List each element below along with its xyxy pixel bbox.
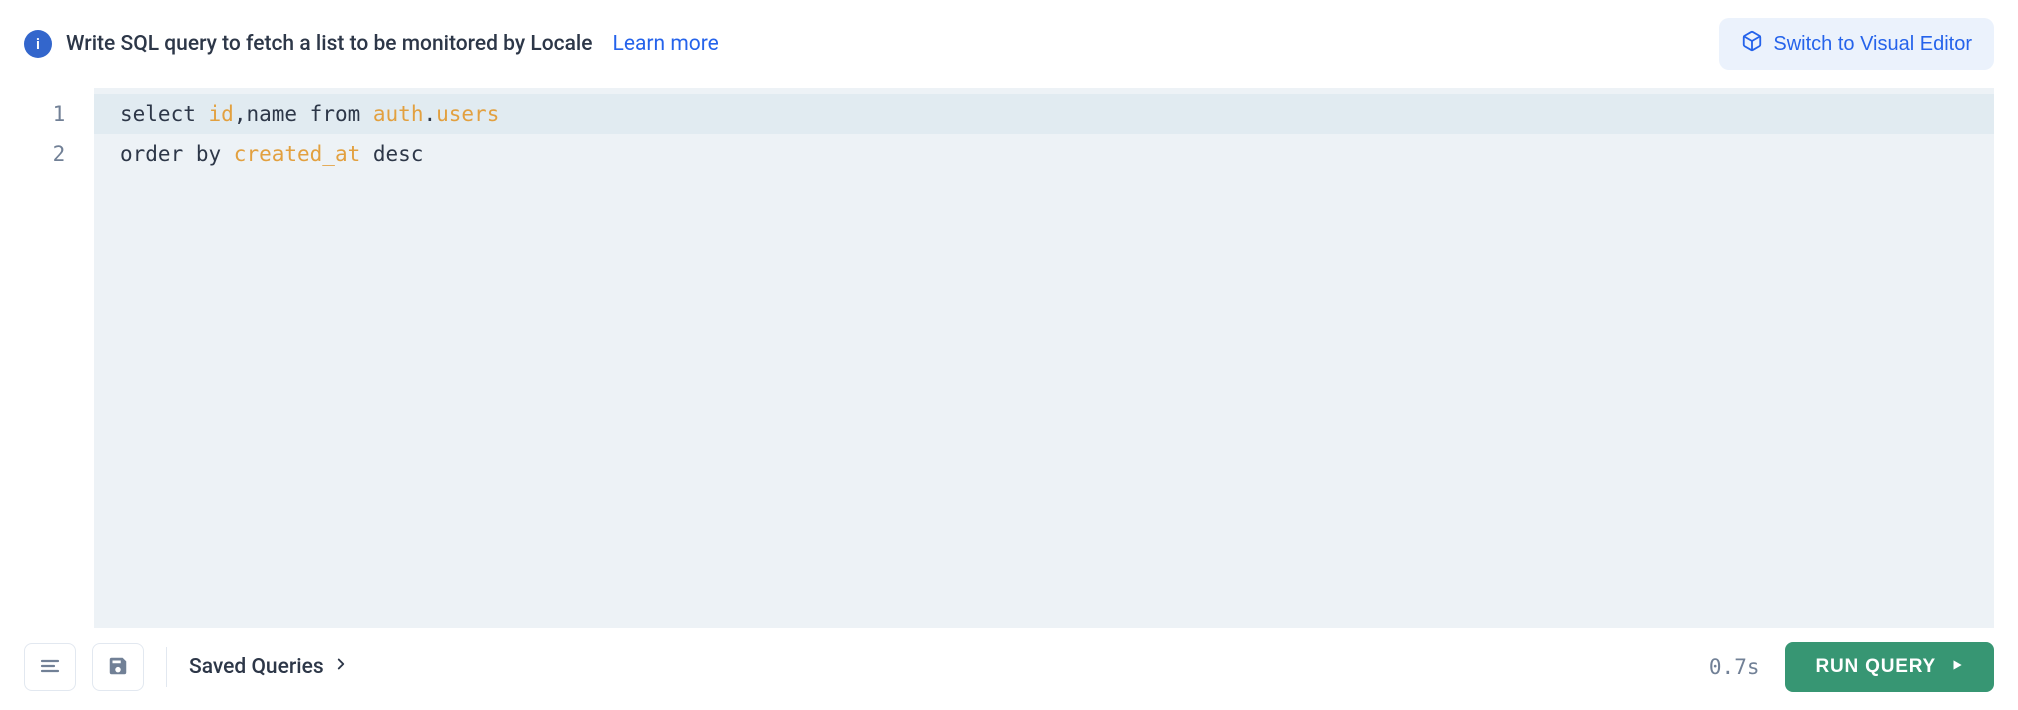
run-query-button[interactable]: RUN QUERY <box>1785 642 1994 692</box>
saved-queries-label: Saved Queries <box>189 655 324 679</box>
token-text: ,name from <box>234 102 373 126</box>
token-text: select <box>120 102 209 126</box>
line-gutter: 12 <box>24 88 94 628</box>
format-button[interactable] <box>24 643 76 691</box>
token-keyword: id <box>209 102 234 126</box>
token-text: desc <box>360 142 423 166</box>
query-timing: 0.7s <box>1709 655 1760 679</box>
footer-left: Saved Queries <box>24 643 350 691</box>
header-left: i Write SQL query to fetch a list to be … <box>24 30 719 58</box>
sql-editor-panel: i Write SQL query to fetch a list to be … <box>0 0 2018 710</box>
token-keyword: created_at <box>234 142 360 166</box>
token-text: . <box>423 102 436 126</box>
switch-visual-editor-button[interactable]: Switch to Visual Editor <box>1719 18 1994 70</box>
save-button[interactable] <box>92 643 144 691</box>
code-editor[interactable]: 12 select id,name from auth.usersorder b… <box>24 88 1994 628</box>
footer-divider <box>166 647 167 687</box>
cube-icon <box>1741 30 1763 58</box>
switch-visual-editor-label: Switch to Visual Editor <box>1773 33 1972 56</box>
chevron-right-icon <box>332 655 350 679</box>
token-keyword: auth <box>373 102 424 126</box>
saved-queries-button[interactable]: Saved Queries <box>189 655 350 679</box>
learn-more-link[interactable]: Learn more <box>613 32 719 56</box>
footer-bar: Saved Queries 0.7s RUN QUERY <box>24 628 1994 710</box>
save-icon <box>107 655 129 680</box>
token-text: order by <box>120 142 234 166</box>
run-query-label: RUN QUERY <box>1815 656 1936 678</box>
footer-right: 0.7s RUN QUERY <box>1709 642 1994 692</box>
line-number: 2 <box>24 134 94 174</box>
token-keyword: users <box>436 102 499 126</box>
code-line[interactable]: select id,name from auth.users <box>94 94 1994 134</box>
play-icon <box>1950 656 1964 678</box>
header-bar: i Write SQL query to fetch a list to be … <box>24 0 1994 88</box>
line-number: 1 <box>24 94 94 134</box>
info-icon: i <box>24 30 52 58</box>
header-instruction: Write SQL query to fetch a list to be mo… <box>66 32 593 56</box>
code-area[interactable]: select id,name from auth.usersorder by c… <box>94 88 1994 628</box>
code-line[interactable]: order by created_at desc <box>94 134 1994 174</box>
format-lines-icon <box>38 654 62 681</box>
